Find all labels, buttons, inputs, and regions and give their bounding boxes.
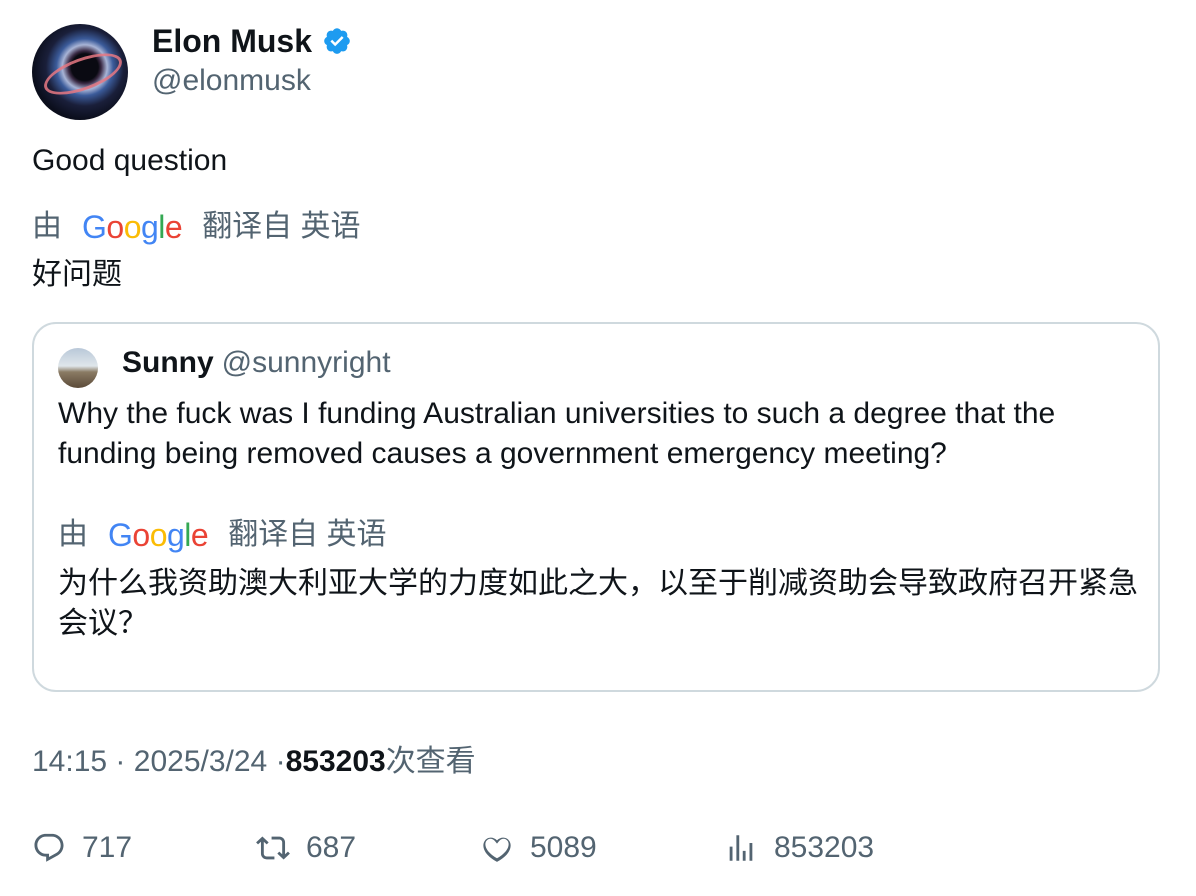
author-name-row[interactable]: Elon Musk <box>152 22 352 60</box>
quoted-author-name: Sunny <box>122 346 214 379</box>
quoted-translated-by-label: 由 <box>58 518 88 551</box>
translated-from-label: 翻译自 英语 <box>202 210 361 243</box>
quoted-author-handle: @sunnyright <box>221 346 391 379</box>
author-name[interactable]: Elon Musk <box>152 22 312 60</box>
reply-icon <box>34 833 64 862</box>
quoted-translation-attribution: 由 Google 翻译自 英语 <box>58 516 387 554</box>
tweet-date[interactable]: 2025/3/24 <box>134 745 267 778</box>
google-logo: Google <box>108 517 209 553</box>
author-handle[interactable]: @elonmusk <box>152 62 311 100</box>
repost-count: 687 <box>306 831 357 864</box>
quoted-translation-text: 为什么我资助澳大利亚大学的力度如此之大，以至于削减资助会导致政府召开紧急会议？ <box>58 567 1138 640</box>
views-button[interactable]: 853203 <box>724 828 874 868</box>
analytics-icon <box>729 835 753 861</box>
translation-attribution: 由 Google 翻译自 英语 <box>32 208 361 246</box>
views-suffix: 次查看 <box>385 745 476 778</box>
translated-by-label: 由 <box>32 210 62 243</box>
like-count: 5089 <box>530 831 597 864</box>
verified-badge-icon <box>324 28 350 54</box>
quoted-translated-from-label: 翻译自 英语 <box>228 518 387 551</box>
google-logo: Google <box>82 209 183 245</box>
views-count: 853203 <box>285 745 386 778</box>
tweet-translation-text: 好问题 <box>32 258 122 291</box>
quoted-author-avatar <box>58 348 98 388</box>
reply-button[interactable]: 717 <box>32 828 132 868</box>
repost-icon <box>256 836 290 860</box>
tweet-time[interactable]: 14:15 <box>32 745 107 778</box>
quoted-tweet-text: Why the fuck was I funding Australian un… <box>58 397 1056 470</box>
tweet-meta: 14:15 · 2025/3/24 ·853203次查看 <box>32 745 476 778</box>
heart-icon <box>483 837 511 862</box>
author-avatar[interactable] <box>32 24 128 120</box>
tweet-text: Good question <box>32 144 228 177</box>
repost-button[interactable]: 687 <box>256 828 356 868</box>
reply-count: 717 <box>82 831 133 864</box>
quoted-author-row: Sunny @sunnyright <box>122 344 391 382</box>
like-button[interactable]: 5089 <box>480 828 597 868</box>
views-count-action: 853203 <box>774 831 875 864</box>
